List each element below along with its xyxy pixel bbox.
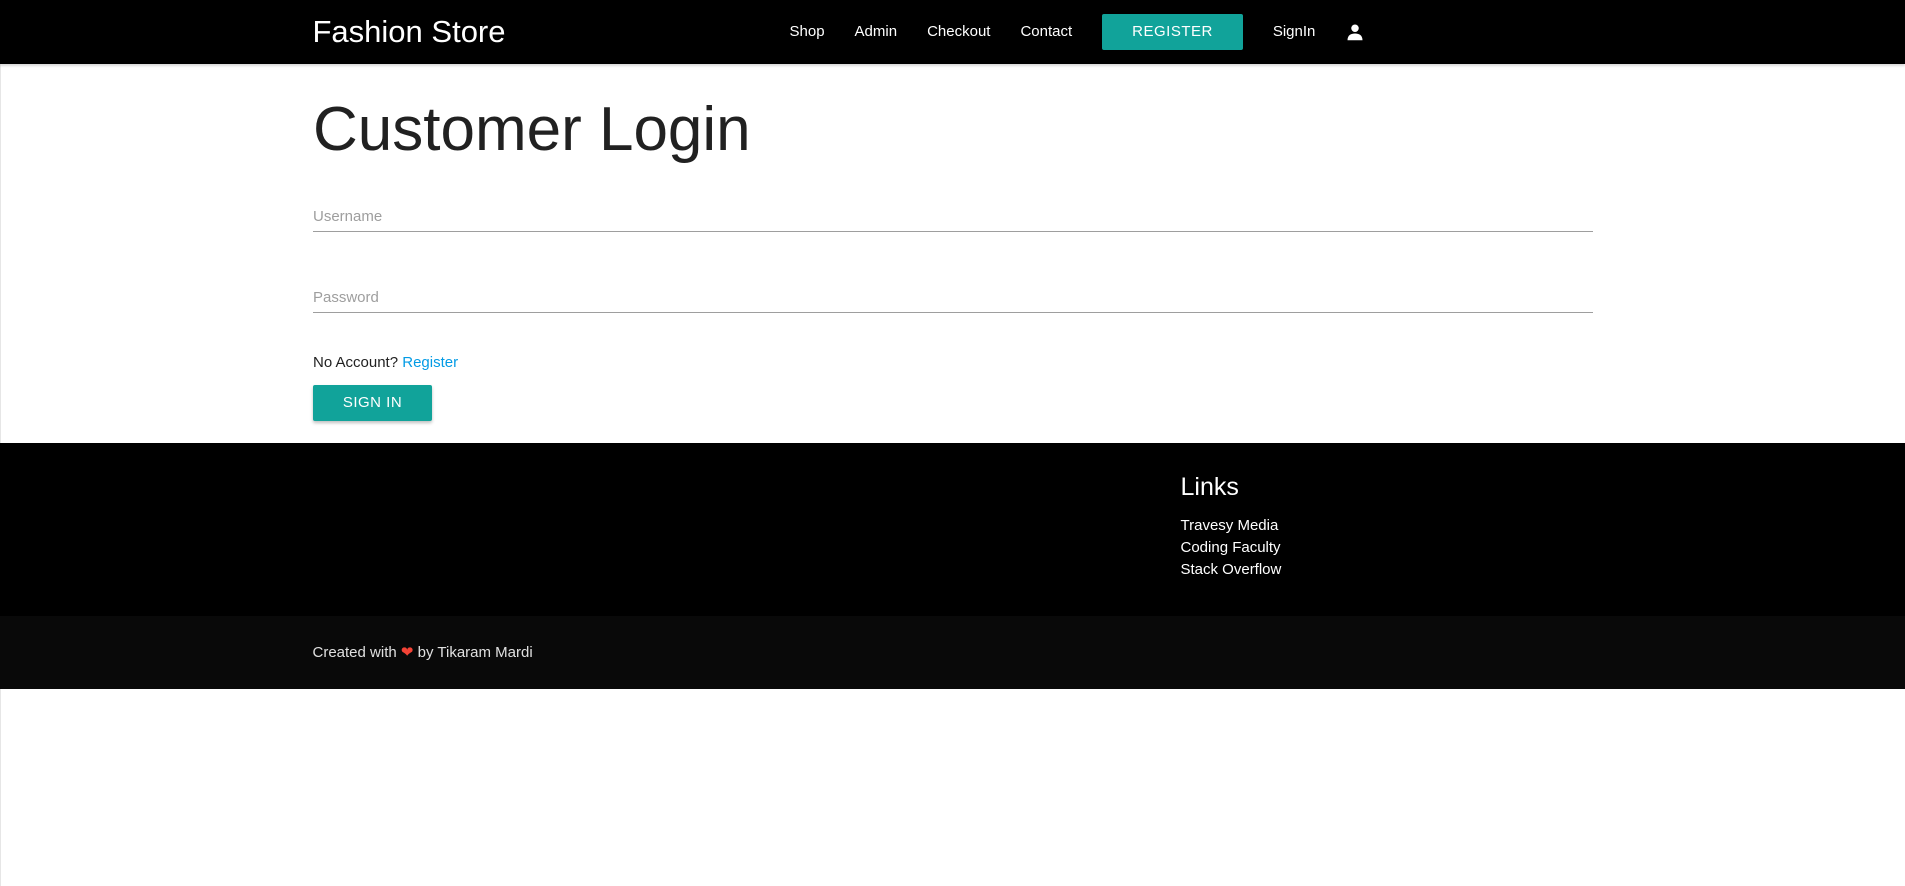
navbar: Fashion Store Shop Admin Checkout Contac… (0, 0, 1905, 64)
footer-top: Links Travesy Media Coding Faculty Stack… (0, 443, 1905, 616)
password-input[interactable] (313, 281, 1593, 313)
no-account-text: No Account? Register (313, 354, 458, 371)
nav-link-checkout[interactable]: Checkout (912, 0, 1005, 64)
nav-register-button[interactable]: REGISTER (1102, 14, 1243, 50)
credit-suffix: by Tikaram Mardi (417, 644, 533, 661)
footer-credit: Created with ❤ by Tikaram Mardi (313, 616, 533, 689)
sign-in-button[interactable]: SIGN IN (313, 385, 432, 421)
footer-link-stack-overflow[interactable]: Stack Overflow (1181, 559, 1282, 581)
footer-links-block: Links Travesy Media Coding Faculty Stack… (1181, 473, 1282, 581)
login-section: Customer Login No Account? Register SIGN… (0, 64, 1905, 443)
footer-links-list: Travesy Media Coding Faculty Stack Overf… (1181, 515, 1282, 581)
nav-menu: Shop Admin Checkout Contact REGISTER Sig… (775, 0, 1381, 64)
brand-logo[interactable]: Fashion Store (313, 0, 506, 64)
heart-icon: ❤ (400, 644, 414, 661)
footer-link-coding-faculty[interactable]: Coding Faculty (1181, 537, 1282, 559)
footer-copyright-bar: Created with ❤ by Tikaram Mardi (0, 616, 1905, 689)
nav-link-admin[interactable]: Admin (840, 0, 913, 64)
nav-link-signin[interactable]: SignIn (1258, 0, 1331, 64)
footer-link-travesy-media[interactable]: Travesy Media (1181, 515, 1282, 537)
credit-prefix: Created with (312, 644, 397, 661)
nav-link-shop[interactable]: Shop (775, 0, 840, 64)
person-icon-svg (1347, 24, 1363, 41)
no-account-label: No Account? (313, 354, 399, 371)
username-field-wrapper (313, 200, 1593, 232)
page-title: Customer Login (313, 95, 751, 164)
page-blank-area (0, 689, 1905, 886)
username-input[interactable] (313, 200, 1593, 232)
password-field-wrapper (313, 281, 1593, 313)
nav-link-contact[interactable]: Contact (1005, 0, 1087, 64)
footer-links-title: Links (1180, 473, 1239, 501)
person-icon[interactable] (1330, 0, 1380, 64)
register-link[interactable]: Register (402, 354, 458, 371)
footer: Links Travesy Media Coding Faculty Stack… (0, 443, 1905, 689)
